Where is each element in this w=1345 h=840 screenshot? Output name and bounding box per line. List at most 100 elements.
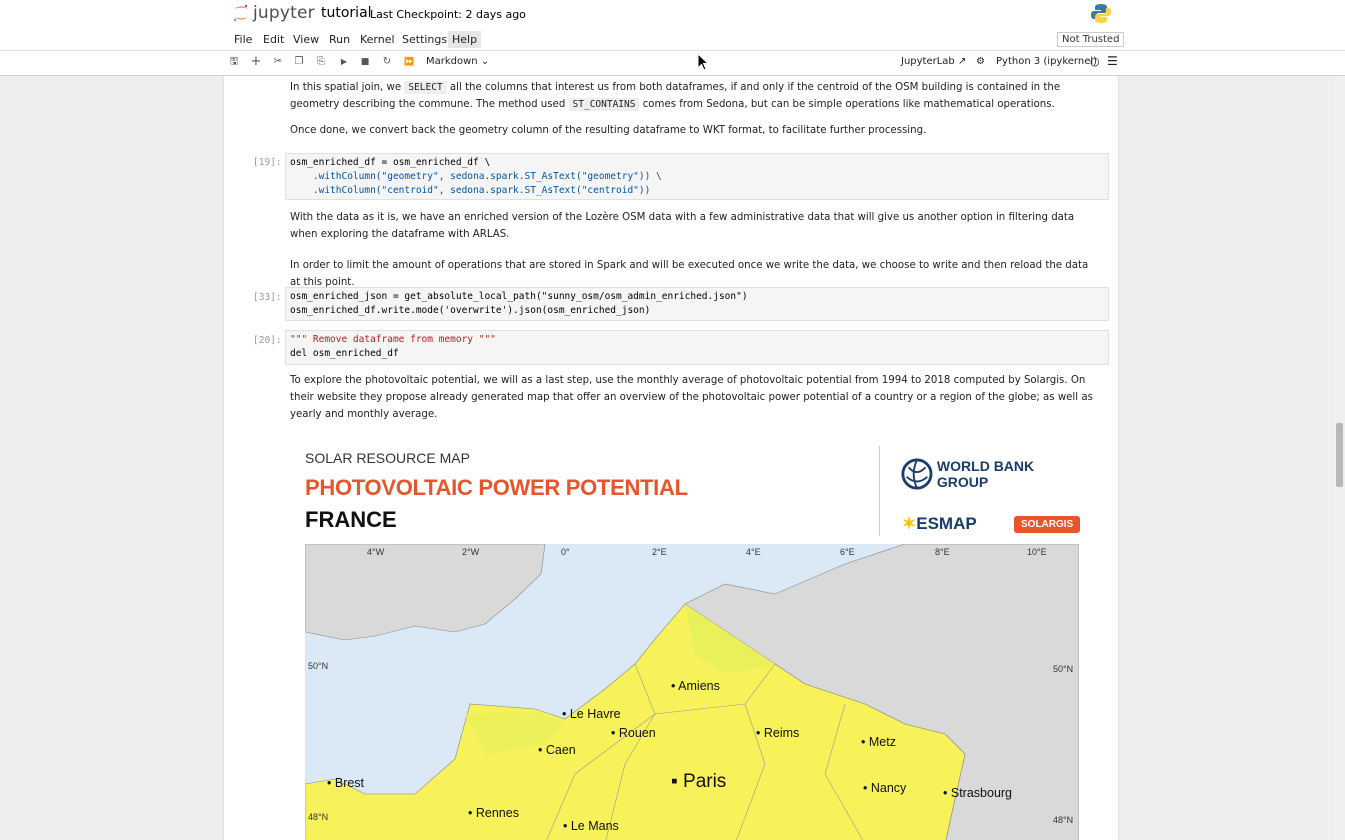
city-name: Nancy (870, 781, 907, 795)
lon-label: 4°E (746, 547, 761, 557)
chevron-down-icon: ⌄ (480, 56, 490, 67)
inline-code: ST_CONTAINS (568, 98, 640, 111)
mouse-cursor-icon (697, 53, 709, 71)
city-label: ▪ Paris (671, 771, 727, 792)
markdown-text: To explore the photovoltaic potential, w… (290, 375, 1093, 420)
menu-file[interactable]: File (230, 31, 256, 48)
world-bank-logo: WORLD BANK GROUP (901, 457, 1080, 491)
scrollbar[interactable] (1333, 76, 1345, 840)
md-text: comes from Sedona, but can be simple ope… (639, 99, 1055, 110)
jupyterlab-link[interactable]: JupyterLab ↗ (901, 56, 966, 67)
lat-label: 48°N (1053, 815, 1074, 825)
restart-icon[interactable]: ↻ (380, 55, 394, 69)
city-name: Rennes (475, 806, 519, 820)
menu-settings[interactable]: Settings (398, 31, 451, 48)
gear-icon[interactable]: ⚙ (976, 56, 985, 67)
menu-edit[interactable]: Edit (259, 31, 288, 48)
city-label: • Amiens (671, 679, 720, 693)
fast-forward-icon[interactable]: ⏩ (402, 55, 416, 69)
code-line: .withColumn("centroid", sedona.spark.ST_… (290, 185, 651, 196)
jupyterlab-label: JupyterLab (901, 56, 955, 67)
wbg-text: WORLD BANK GROUP (936, 458, 1035, 490)
map-title: PHOTOVOLTAIC POWER POTENTIAL (305, 475, 688, 500)
scrollbar-thumb[interactable] (1336, 423, 1343, 487)
map-country: FRANCE (305, 507, 397, 532)
cell-type-value: Markdown (426, 56, 478, 67)
city-label: • Brest (327, 776, 365, 790)
markdown-cell[interactable]: Once done, we convert back the geometry … (290, 122, 1100, 139)
code-line: osm_enriched_json = get_absolute_local_p… (290, 291, 748, 302)
code-cell[interactable]: """ Remove dataframe from memory """ del … (285, 330, 1109, 365)
city-name: Strasbourg (950, 786, 1013, 800)
cell-prompt: [20]: (253, 335, 282, 346)
city-name: Amiens (678, 679, 720, 693)
city-label: • Metz (861, 735, 896, 749)
inline-code: SELECT (404, 81, 447, 94)
city-name: Le Havre (569, 707, 621, 721)
notebook-name[interactable]: tutorial (321, 5, 372, 21)
kernel-name[interactable]: Python 3 (ipykernel) (996, 56, 1097, 67)
markdown-text: In this spatial join, we SELECT all the … (290, 79, 1100, 113)
stop-icon[interactable]: ■ (358, 55, 372, 69)
lon-label: 2°E (652, 547, 667, 557)
markdown-cell[interactable]: In this spatial join, we SELECT all the … (290, 79, 1100, 113)
markdown-cell[interactable]: In order to limit the amount of operatio… (290, 257, 1100, 291)
jupyter-logo-text: jupyter (253, 3, 315, 23)
lon-label: 4°W (367, 547, 385, 557)
city-name: Brest (334, 776, 365, 790)
code-line: """ Remove dataframe from memory """ (290, 334, 496, 345)
esmap-text: ESMAP (916, 514, 977, 533)
esmap-logo: ✶ESMAP (902, 514, 977, 533)
city-label: • Nancy (863, 781, 907, 795)
lon-label: 6°E (840, 547, 855, 557)
city-name: Metz (868, 735, 896, 749)
jupyter-logo[interactable]: jupyter (232, 3, 315, 23)
paste-icon[interactable]: ⎘ (314, 55, 328, 69)
cut-icon[interactable]: ✂ (271, 55, 285, 69)
save-icon[interactable]: 🖫 (227, 55, 241, 69)
menu-bar: File Edit View Run Kernel Settings Help … (0, 28, 1345, 51)
checkpoint-status: Last Checkpoint: 2 days ago (370, 8, 526, 21)
lat-label: 50°N (308, 661, 329, 671)
menu-run[interactable]: Run (325, 31, 354, 48)
trust-status-button[interactable]: Not Trusted (1057, 32, 1125, 47)
cell-prompt: [33]: (253, 292, 282, 303)
markdown-cell[interactable]: To explore the photovoltaic potential, w… (290, 372, 1100, 423)
code-cell[interactable]: osm_enriched_df = osm_enriched_df \ .wit… (285, 153, 1109, 200)
markdown-text: With the data as it is, we have an enric… (290, 212, 1075, 240)
cell-type-select[interactable]: Markdown ⌄ (426, 56, 489, 67)
menu-view[interactable]: View (289, 31, 323, 48)
python-icon (1091, 4, 1111, 23)
notebook-toolbar: 🖫 + ✂ ❐ ⎘ ▶ ■ ↻ ⏩ Markdown ⌄ JupyterLab … (0, 51, 1345, 76)
menu-icon[interactable]: ☰ (1107, 54, 1118, 68)
run-icon[interactable]: ▶ (337, 55, 351, 69)
lon-label: 2°W (462, 547, 480, 557)
city-label: • Strasbourg (943, 786, 1013, 800)
city-label: • Le Havre (562, 707, 621, 721)
globe-icon (901, 458, 933, 490)
menu-kernel[interactable]: Kernel (356, 31, 399, 48)
lon-label: 10°E (1027, 547, 1047, 557)
city-name: Rouen (618, 726, 656, 740)
add-icon[interactable]: + (249, 55, 263, 69)
jupyter-icon (233, 4, 248, 22)
city-name: Reims (763, 726, 800, 740)
city-name: Paris (683, 771, 727, 792)
menu-help[interactable]: Help (448, 31, 482, 48)
markdown-cell[interactable]: With the data as it is, we have an enric… (290, 209, 1100, 243)
city-label: • Caen (538, 743, 576, 757)
city-label: • Rouen (611, 726, 656, 740)
code-line: del osm_enriched_df (290, 348, 399, 359)
solargis-logo: SOLARGIS (1014, 516, 1081, 533)
markdown-text: In order to limit the amount of operatio… (290, 260, 1089, 288)
top-bar: jupyter tutorial Last Checkpoint: 2 days… (0, 0, 1345, 28)
lat-label: 50°N (1053, 664, 1074, 674)
city-label: • Reims (756, 726, 800, 740)
cell-prompt: [19]: (253, 157, 282, 168)
notebook-panel: In this spatial join, we SELECT all the … (223, 76, 1119, 840)
city-label: • Le Mans (563, 819, 619, 833)
code-cell[interactable]: osm_enriched_json = get_absolute_local_p… (285, 287, 1109, 321)
copy-icon[interactable]: ❐ (292, 55, 306, 69)
markdown-text: Once done, we convert back the geometry … (290, 125, 927, 136)
code-line: osm_enriched_df.write.mode('overwrite').… (290, 305, 651, 316)
